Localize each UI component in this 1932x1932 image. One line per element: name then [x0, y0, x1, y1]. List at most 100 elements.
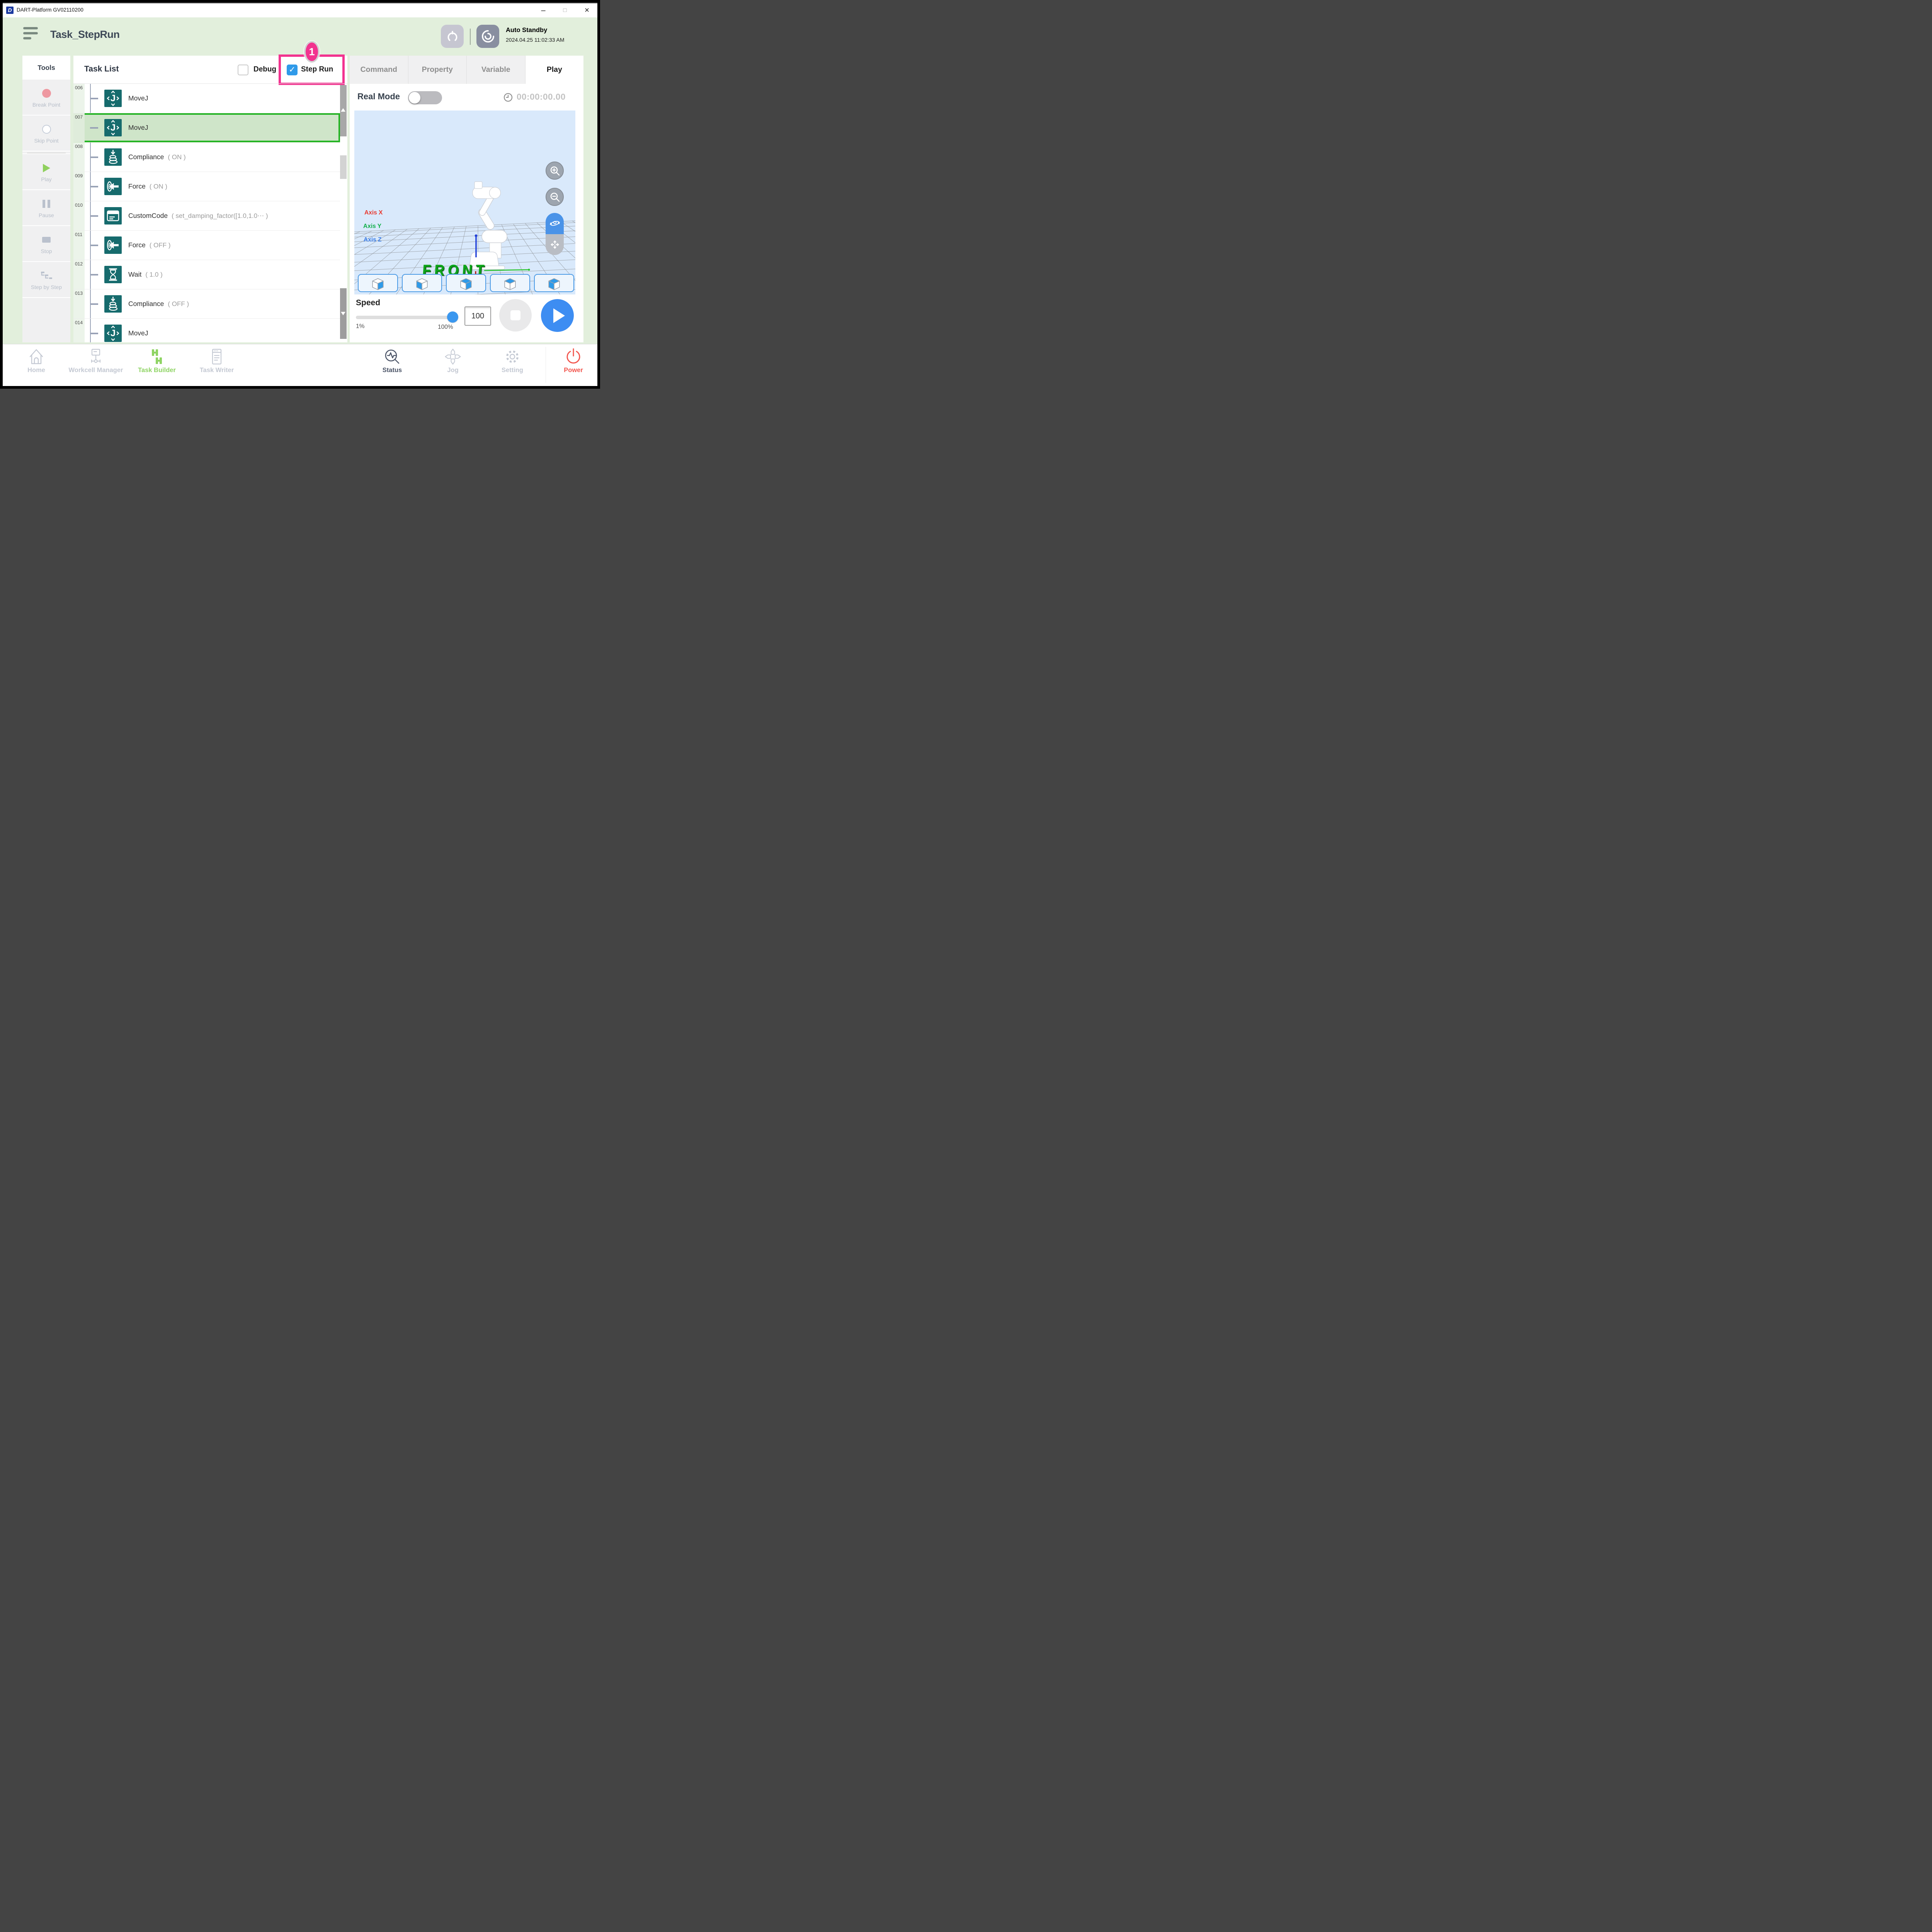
task-row[interactable]: 008Compliance( ON ) — [73, 143, 340, 172]
scrollbar-down[interactable] — [340, 288, 347, 339]
task-list-title: Task List — [84, 65, 119, 74]
minimize-button[interactable]: – — [536, 3, 551, 17]
task-row[interactable]: 007JMoveJ — [73, 113, 340, 143]
tool-break-point[interactable]: Break Point — [22, 80, 70, 116]
nav-item-jog[interactable]: Jog — [424, 347, 482, 384]
task-row[interactable]: 009 Force( ON ) — [73, 172, 340, 201]
stop-button[interactable] — [499, 299, 532, 332]
nav-item-status[interactable]: Status — [363, 347, 421, 384]
force-command-icon — [104, 236, 122, 254]
nav-item-workcell-manager[interactable]: Workcell Manager — [67, 347, 125, 384]
header-divider — [470, 29, 471, 45]
nav-item-label: Workcell Manager — [67, 367, 125, 374]
robot-status-icon[interactable] — [441, 25, 464, 48]
jog-icon — [424, 347, 482, 366]
axis-label: Axis Y — [363, 223, 381, 230]
tab-property[interactable]: Property — [408, 56, 467, 84]
tab-play[interactable]: Play — [526, 56, 584, 84]
svg-text:J: J — [111, 328, 116, 338]
wait-command-icon — [104, 266, 122, 283]
tree-connector — [90, 274, 98, 276]
task-writer-icon — [188, 347, 246, 366]
tool-skip-point[interactable]: Skip Point — [22, 116, 70, 151]
real-mode-toggle[interactable] — [408, 91, 442, 104]
step-run-label: Step Run — [301, 65, 333, 74]
speed-value-input[interactable]: 100 — [464, 306, 491, 326]
view-cube-iso-button[interactable] — [446, 274, 486, 292]
tree-connector — [90, 333, 98, 334]
titlebar: D DART-Platform GV02110200 – □ × — [3, 3, 597, 17]
skip-point-icon — [42, 123, 51, 136]
setting-icon — [483, 347, 541, 366]
task-row-label: CustomCode( set_damping_factor([1.0,1.0⋯… — [128, 201, 268, 230]
tree-connector — [90, 303, 98, 305]
task-row[interactable]: 010CustomCode( set_damping_factor([1.0,1… — [73, 201, 340, 231]
tab-command[interactable]: Command — [350, 56, 408, 84]
tree-connector — [90, 127, 98, 129]
rotate-3d-icon[interactable] — [546, 213, 564, 234]
task-list-header: Task List Debug ✓ Step Run — [73, 56, 347, 84]
task-row[interactable]: 011Force( OFF ) — [73, 231, 340, 260]
mode-swirl-icon[interactable] — [476, 25, 499, 48]
view-cube-top-button[interactable] — [490, 274, 530, 292]
tab-variable[interactable]: Variable — [467, 56, 526, 84]
task-row[interactable]: 014JMoveJ — [73, 319, 340, 342]
scrollbar-up[interactable] — [340, 85, 347, 136]
nav-item-power[interactable]: Power — [544, 347, 600, 384]
task-row[interactable]: 006JMoveJ — [73, 84, 340, 113]
nav-item-task-builder[interactable]: Task Builder — [128, 347, 186, 384]
zoom-out-button[interactable] — [546, 188, 564, 206]
robot-3d-viewer[interactable]: Axis XAxis YAxis Z FRONT — [354, 111, 575, 294]
task-row-number: 009 — [73, 172, 85, 201]
task-row-label: Force( OFF ) — [128, 231, 171, 260]
menu-hamburger-icon[interactable] — [23, 27, 39, 40]
speed-slider-knob[interactable] — [447, 311, 458, 323]
pan-move-icon[interactable] — [546, 234, 564, 255]
task-list-panel: 1 Task List Debug ✓ Step Run 006JMoveJ00… — [73, 56, 347, 342]
maximize-button[interactable]: □ — [557, 3, 573, 17]
tool-step-by-step[interactable]: Step by Step — [22, 262, 70, 298]
compliance-command-icon — [104, 295, 122, 313]
debug-checkbox[interactable] — [238, 65, 248, 75]
play-panel: CommandPropertyVariablePlay Real Mode 00… — [350, 56, 583, 342]
app-window: D DART-Platform GV02110200 – □ × Task_St… — [0, 0, 600, 389]
task-row-param: ( 1.0 ) — [145, 271, 162, 278]
tools-divider — [22, 151, 70, 154]
task-row-label: Force( ON ) — [128, 172, 167, 201]
nav-item-label: Task Writer — [188, 367, 246, 374]
step-run-checkbox[interactable]: ✓ — [287, 65, 298, 75]
tool-label: Pause — [39, 212, 54, 218]
tool-label: Skip Point — [34, 138, 58, 144]
view-cube-right-button[interactable] — [358, 274, 398, 292]
task-rows: 006 J MoveJ 007JMoveJ008Compliance( ON )009… — [73, 84, 340, 342]
nav-item-label: Task Builder — [128, 367, 186, 374]
nav-item-task-writer[interactable]: Task Writer — [188, 347, 246, 384]
close-button[interactable]: × — [579, 3, 595, 17]
nav-item-label: Status — [363, 367, 421, 374]
nav-item-setting[interactable]: Setting — [483, 347, 541, 384]
orbit-pan-control[interactable] — [546, 213, 564, 255]
task-row-label: Wait( 1.0 ) — [128, 260, 163, 289]
task-row-param: ( ON ) — [168, 153, 185, 161]
view-cube-left-button[interactable] — [402, 274, 442, 292]
task-row-label: MoveJ — [128, 319, 148, 342]
task-row[interactable]: 012Wait( 1.0 ) — [73, 260, 340, 289]
tool-pause[interactable]: Pause — [22, 190, 70, 226]
movej-command-icon: J — [104, 90, 122, 107]
play-timer: 00:00:00.00 — [517, 92, 566, 102]
tool-stop[interactable]: Stop — [22, 226, 70, 262]
speed-slider-track[interactable] — [356, 316, 454, 319]
tool-label: Step by Step — [31, 284, 62, 290]
scrollbar-thumb[interactable] — [340, 155, 347, 179]
bottom-nav: HomeWorkcell ManagerTask BuilderTask Wri… — [3, 344, 597, 386]
view-cube-buttons — [354, 274, 575, 292]
task-row[interactable]: 013Compliance( OFF ) — [73, 289, 340, 319]
tool-play[interactable]: Play — [22, 154, 70, 190]
play-button[interactable] — [541, 299, 574, 332]
home-icon — [7, 347, 65, 366]
task-row-number: 006 — [73, 84, 85, 113]
zoom-in-button[interactable] — [546, 162, 564, 180]
scroll-up-icon — [341, 108, 345, 112]
view-cube-front-button[interactable] — [534, 274, 574, 292]
nav-item-home[interactable]: Home — [7, 347, 65, 384]
